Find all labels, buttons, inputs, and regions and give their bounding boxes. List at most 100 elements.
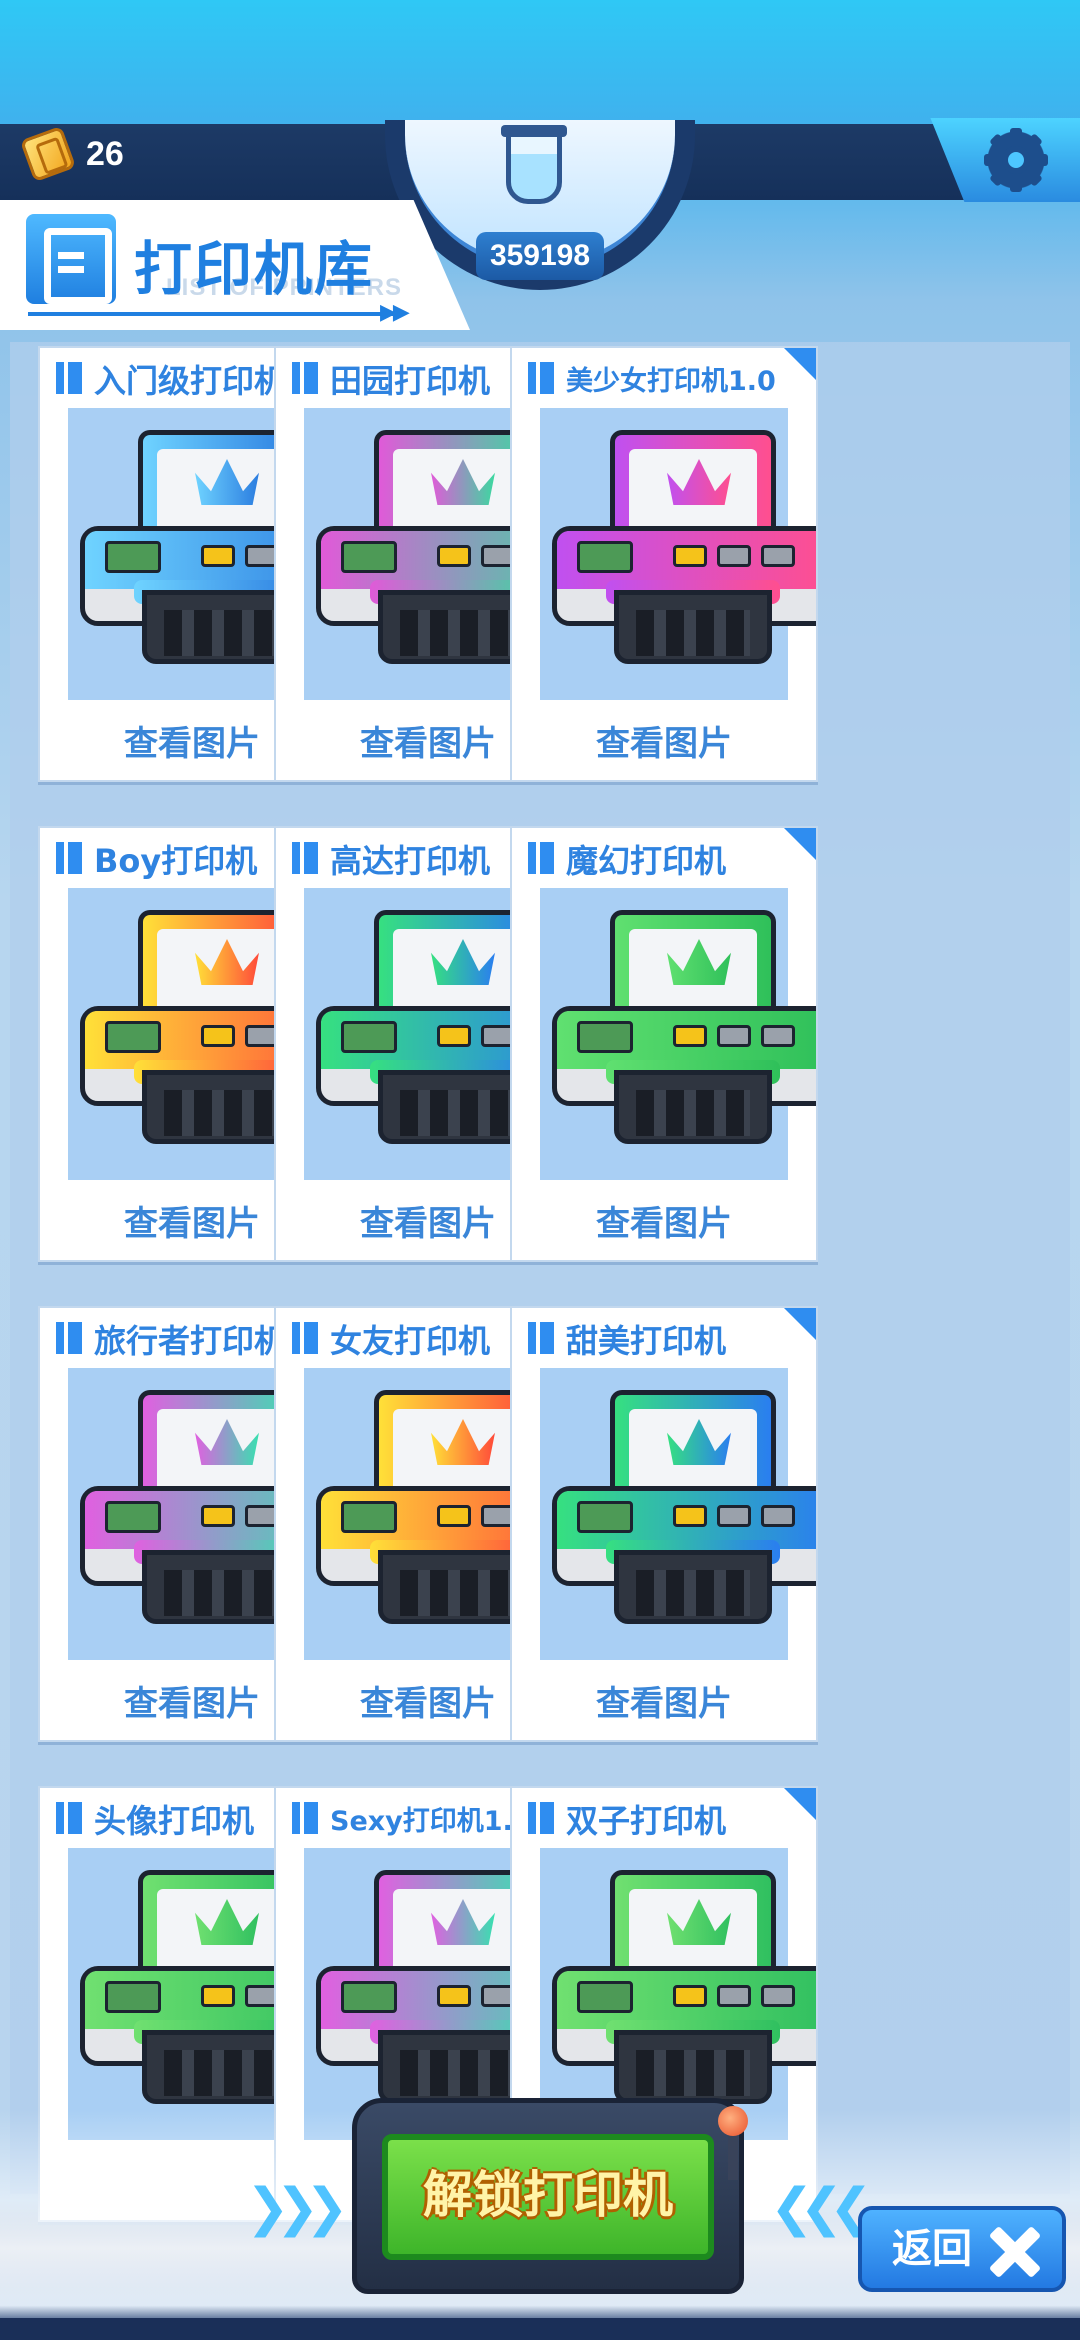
printer-name: 美少女打印机1.0 (566, 366, 776, 397)
back-button-label: 返回 (892, 2226, 972, 2272)
power-button-icon (437, 1505, 471, 1527)
crown-icon (667, 1899, 731, 1945)
card-title-bars (528, 1802, 558, 1834)
lever-knob (718, 2106, 748, 2136)
view-images-button[interactable]: 查看图片 (512, 716, 816, 765)
printer-screen (105, 541, 161, 573)
card-title-bars (292, 1802, 322, 1834)
power-button-icon (673, 545, 707, 567)
score-value: 359198 (476, 232, 604, 280)
printer-key-icon (717, 1985, 751, 2007)
power-button-icon (437, 1985, 471, 2007)
printer-name: 头像打印机 (94, 1802, 255, 1840)
printer-key-icon (717, 545, 751, 567)
printer-card[interactable]: 魔幻打印机查看图片 (510, 826, 818, 1262)
crown-icon (431, 1419, 495, 1465)
printer-screen (105, 1021, 161, 1053)
printer-key-icon (717, 1025, 751, 1047)
gear-icon[interactable] (982, 126, 1050, 194)
power-button-icon (673, 1025, 707, 1047)
crown-icon (195, 1419, 259, 1465)
printer-name: 入门级打印机 (94, 362, 287, 400)
printer-icon (552, 910, 816, 1160)
view-images-button[interactable]: 查看图片 (512, 1196, 816, 1245)
double-arrow-icon: ▶▶ (380, 300, 410, 325)
coin-count: 26 (86, 134, 124, 173)
unlock-printer-button[interactable]: 解锁打印机 (382, 2134, 714, 2260)
printer-key-icon (717, 1505, 751, 1527)
crown-icon (667, 459, 731, 505)
bottom-bar (0, 2318, 1080, 2340)
printer-name: 旅行者打印机 (94, 1322, 287, 1360)
printer-screen (341, 541, 397, 573)
crown-icon (195, 459, 259, 505)
card-title-bars (292, 362, 322, 394)
crown-icon (195, 939, 259, 985)
beaker-icon (501, 125, 567, 204)
printer-screen (105, 1501, 161, 1533)
card-corner-flag (784, 1308, 816, 1340)
power-button-icon (673, 1505, 707, 1527)
printer-screen (341, 1501, 397, 1533)
power-button-icon (437, 1025, 471, 1047)
crown-icon (431, 459, 495, 505)
printer-card[interactable]: 美少女打印机1.0 查看图片 (510, 346, 818, 782)
printer-screen (577, 1021, 633, 1053)
printer-name: 双子打印机 (566, 1802, 727, 1840)
power-button-icon (673, 1985, 707, 2007)
view-images-button[interactable]: 查看图片 (512, 1676, 816, 1725)
power-button-icon (437, 545, 471, 567)
printer-screen (577, 541, 633, 573)
card-title-bars (56, 362, 86, 394)
card-title-bars (528, 842, 558, 874)
power-button-icon (201, 1025, 235, 1047)
printer-key-icon (761, 545, 795, 567)
printer-name: 高达打印机 (330, 842, 491, 880)
card-corner-flag (784, 348, 816, 380)
printer-screen (577, 1501, 633, 1533)
printer-name: 女友打印机 (330, 1322, 491, 1360)
crown-icon (195, 1899, 259, 1945)
printer-name: 甜美打印机 (566, 1322, 727, 1360)
printer-name: Sexy打印机1.0 (330, 1806, 532, 1837)
printer-screen (341, 1021, 397, 1053)
crown-icon (667, 1419, 731, 1465)
printer-name: 田园打印机 (330, 362, 491, 400)
printer-key-icon (761, 1025, 795, 1047)
printer-image (540, 888, 816, 1180)
printer-card[interactable]: 甜美打印机查看图片 (510, 1306, 818, 1742)
printer-image (540, 1848, 816, 2140)
printer-key-icon (761, 1985, 795, 2007)
card-title-bars (56, 1322, 86, 1354)
printer-name: Boy打印机 (94, 842, 258, 880)
chevron-left-icon: ❮❮❮ (770, 2178, 873, 2238)
card-title-bars (528, 1322, 558, 1354)
power-button-icon (201, 1985, 235, 2007)
printer-screen (577, 1981, 633, 2013)
printer-image (540, 1368, 816, 1660)
card-title-bars (528, 362, 558, 394)
printer-name: 魔幻打印机 (566, 842, 727, 880)
card-corner-flag (784, 828, 816, 860)
card-title-bars (292, 842, 322, 874)
printer-grid: 入门级打印机 查看图片 田园打印机 查看图片 美少女打印机1.0 查看图片 Boy打印机 查看… (10, 342, 1070, 2222)
page-title: 打印机库 (134, 235, 375, 303)
coin-ticket-icon (19, 125, 77, 183)
crown-icon (667, 939, 731, 985)
card-corner-flag (784, 1788, 816, 1820)
card-title-bars (56, 1802, 86, 1834)
power-button-icon (201, 1505, 235, 1527)
printer-key-icon (761, 1505, 795, 1527)
card-title-bars (292, 1322, 322, 1354)
printer-image (540, 408, 816, 700)
back-button[interactable]: 返回 (858, 2206, 1066, 2292)
printer-icon (552, 430, 816, 680)
printer-icon (552, 1390, 816, 1640)
power-button-icon (201, 545, 235, 567)
coin-counter: 26 (19, 125, 124, 183)
crown-icon (431, 1899, 495, 1945)
chevron-right-icon: ❯❯❯ (246, 2178, 349, 2238)
close-x-icon (988, 2226, 1040, 2278)
printer-screen (105, 1981, 161, 2013)
printer-icon (552, 1870, 816, 2120)
